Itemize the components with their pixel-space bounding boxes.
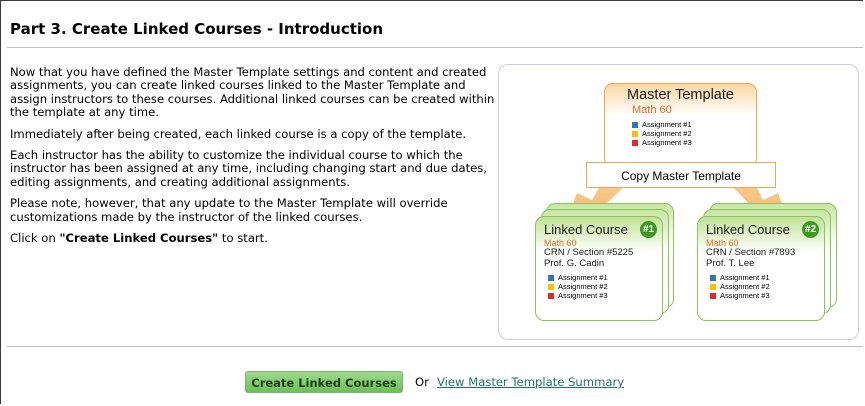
assignment-label: Assignment #2 [642, 129, 692, 138]
list-item: Assignment #3 [632, 138, 692, 147]
assignment-color-icon [548, 292, 554, 299]
linked-courses-diagram: Master Template Math 60 Assignment #1 As… [498, 64, 859, 340]
assignment-label: Assignment #1 [720, 273, 770, 282]
linked-course-card-1: Linked Course #1 Math 60 CRN / Section #… [535, 216, 663, 321]
create-linked-courses-button[interactable]: Create Linked Courses [245, 371, 403, 393]
linked-course-crn: CRN / Section #5225 [544, 247, 634, 258]
assignment-label: Assignment #1 [558, 273, 608, 282]
assignment-label: Assignment #3 [642, 138, 692, 147]
or-text: Or [415, 375, 429, 389]
assignment-label: Assignment #3 [720, 291, 770, 300]
page-title: Part 3. Create Linked Courses - Introduc… [10, 20, 384, 38]
list-item: Assignment #2 [548, 282, 608, 291]
assignment-label: Assignment #3 [558, 291, 608, 300]
assignment-color-icon [710, 274, 716, 281]
assignment-label: Assignment #2 [558, 282, 608, 291]
intro-paragraph: Immediately after being created, each li… [10, 126, 467, 141]
assignment-color-icon [710, 292, 716, 299]
intro-text-segment: Click on [10, 231, 60, 246]
intro-paragraph: Each instructor has the ability to custo… [10, 148, 487, 189]
intro-paragraph: Now that you have defined the Master Tem… [10, 65, 495, 120]
view-master-template-summary-link[interactable]: View Master Template Summary [437, 375, 624, 389]
assignment-color-icon [632, 130, 638, 137]
assignment-color-icon [710, 283, 716, 290]
linked-assignment-list: Assignment #1 Assignment #2 Assignment #… [548, 273, 608, 300]
assignment-color-icon [632, 139, 638, 146]
list-item: Assignment #3 [710, 291, 770, 300]
list-item: Assignment #2 [710, 282, 770, 291]
linked-course-title: Linked Course [706, 222, 790, 237]
list-item: Assignment #2 [632, 129, 692, 138]
list-item: Assignment #3 [548, 291, 608, 300]
master-assignment-list: Assignment #1 Assignment #2 Assignment #… [632, 120, 692, 147]
linked-course-crn: CRN / Section #7893 [706, 247, 796, 258]
intro-emphasis: "Create Linked Courses" [59, 231, 219, 246]
intro-paragraph: Please note, however, that any update to… [10, 196, 448, 224]
copy-master-template-label: Copy Master Template [586, 162, 776, 188]
assignment-color-icon [632, 121, 638, 128]
list-item: Assignment #1 [548, 273, 608, 282]
assignment-label: Assignment #1 [642, 120, 692, 129]
list-item: Assignment #1 [632, 120, 692, 129]
master-course: Math 60 [632, 104, 672, 116]
intro-text: Now that you have defined the Master Tem… [10, 65, 505, 253]
linked-course-instructor: Prof. G. Cadin [544, 258, 605, 269]
list-item: Assignment #1 [710, 273, 770, 282]
master-title: Master Template [627, 87, 734, 103]
divider [7, 346, 863, 347]
intro-text-segment: to start. [218, 231, 268, 246]
divider [7, 47, 863, 48]
assignment-color-icon [548, 283, 554, 290]
assignment-color-icon [548, 274, 554, 281]
linked-assignment-list: Assignment #1 Assignment #2 Assignment #… [710, 273, 770, 300]
master-template-card: Master Template Math 60 Assignment #1 As… [604, 83, 757, 167]
linked-course-title: Linked Course [544, 222, 628, 237]
linked-course-number-badge: #2 [802, 221, 819, 238]
intro-paragraph: Click on "Create Linked Courses" to star… [10, 231, 505, 246]
linked-course-number-badge: #1 [640, 221, 657, 238]
assignment-label: Assignment #2 [720, 282, 770, 291]
linked-course-instructor: Prof. T. Lee [706, 258, 755, 269]
linked-course-card-2: Linked Course #2 Math 60 CRN / Section #… [697, 216, 825, 321]
